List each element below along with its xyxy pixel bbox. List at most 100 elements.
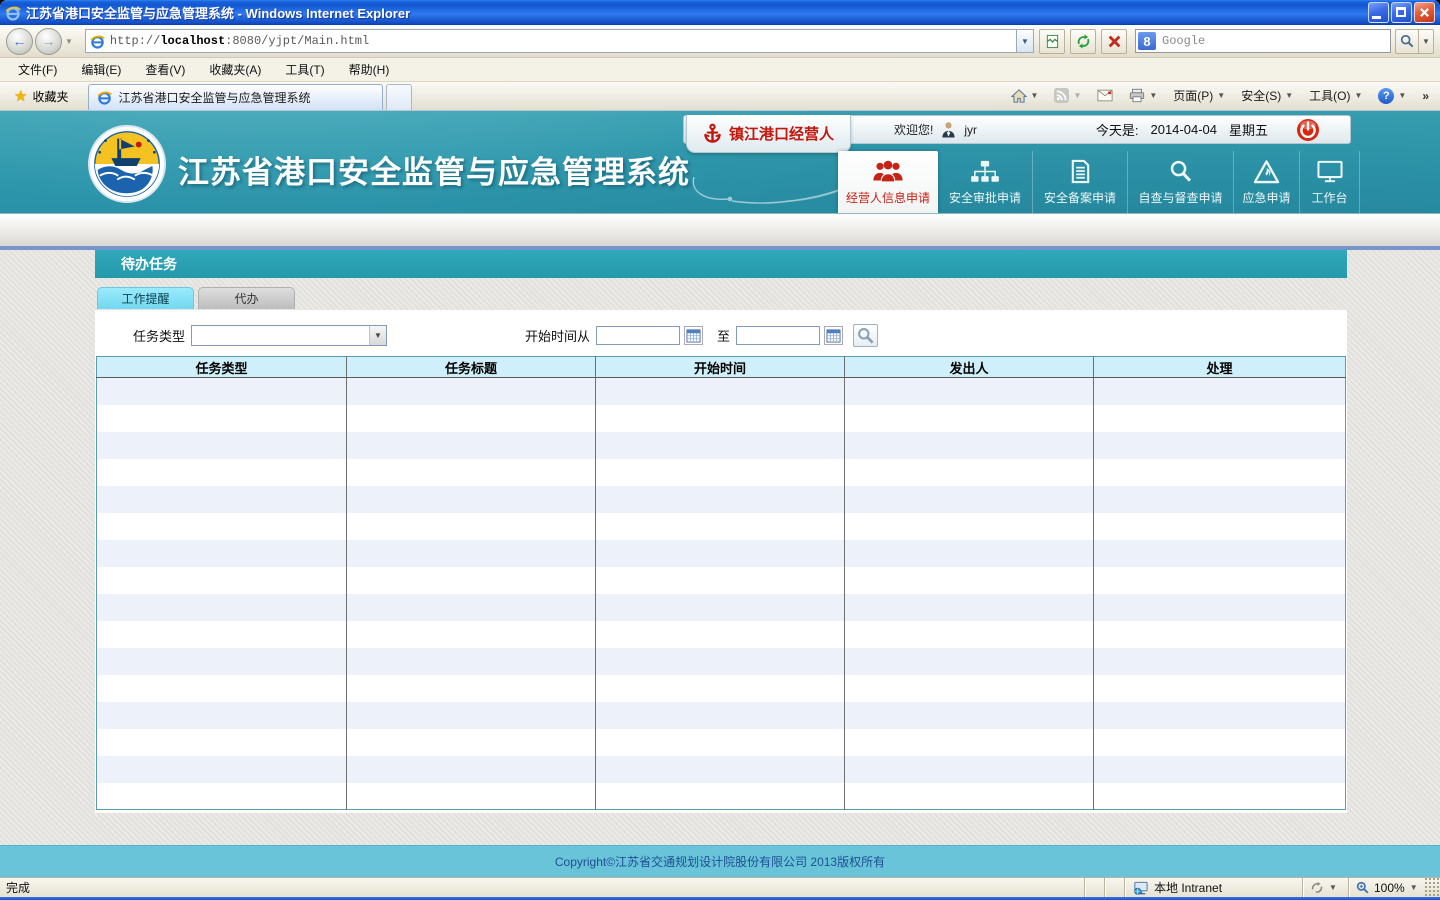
favorites-bar: ★ 收藏夹 江苏省港口安全监管与应急管理系统 ▼ ▼ ▼ (0, 82, 1440, 111)
task-type-select[interactable]: ▼ (191, 325, 387, 346)
safety-menu[interactable]: 安全(S)▼ (1234, 84, 1300, 108)
end-calendar-icon[interactable] (824, 326, 843, 345)
new-tab-button[interactable] (386, 84, 412, 110)
zoom-icon (1356, 881, 1369, 894)
menu-item[interactable]: 查看(V) (133, 58, 197, 81)
table-cell (596, 783, 845, 810)
search-box[interactable]: 8 Google (1135, 29, 1391, 53)
page-menu[interactable]: 页面(P)▼ (1166, 84, 1232, 108)
role-name: 镇江港口经营人 (729, 123, 834, 144)
welcome-label: 欢迎您! (894, 121, 933, 138)
search-options-icon[interactable]: ▼ (1419, 29, 1434, 54)
magnifier-icon (1168, 157, 1193, 184)
column-header: 处理 (1094, 357, 1346, 378)
table-cell (347, 756, 596, 783)
table-cell (1094, 378, 1346, 405)
start-date-input[interactable] (596, 326, 680, 345)
home-button[interactable]: ▼ (1004, 84, 1046, 108)
main-nav: 经营人信息申请安全审批申请安全备案申请自查与督查申请应急申请工作台 (838, 151, 1360, 213)
window-title: 江苏省港口安全监管与应急管理系统 - Windows Internet Expl… (26, 3, 410, 22)
compatibility-view-button[interactable] (1039, 29, 1065, 54)
nav-item-self-inspection[interactable]: 自查与督查申请 (1128, 151, 1234, 213)
protected-mode-button[interactable]: ▼ (1302, 878, 1348, 897)
table-cell (347, 459, 596, 486)
more-commands-icon[interactable]: » (1415, 84, 1436, 108)
table-cell (845, 540, 1094, 567)
zoom-control[interactable]: 100% ▼ (1348, 878, 1424, 897)
table-cell (845, 756, 1094, 783)
forward-button[interactable]: → (35, 28, 62, 55)
read-mail-button[interactable] (1090, 84, 1120, 108)
favorites-star-icon: ★ (14, 87, 27, 105)
feeds-button[interactable]: ▼ (1047, 84, 1088, 108)
close-button[interactable] (1414, 2, 1435, 23)
table-cell (347, 567, 596, 594)
page-footer: Copyright©江苏省交通规划设计院股份有限公司 2013版权所有 (0, 845, 1440, 877)
table-cell (596, 405, 845, 432)
search-go-button[interactable] (1395, 29, 1419, 54)
help-button[interactable]: ? ▼ (1371, 84, 1413, 108)
table-cell (347, 621, 596, 648)
table-cell (845, 621, 1094, 648)
refresh-button[interactable] (1070, 29, 1096, 54)
nav-item-safety-approval[interactable]: 安全审批申请 (938, 151, 1033, 213)
table-cell (596, 486, 845, 513)
back-button[interactable]: ← (6, 28, 33, 55)
browser-tab[interactable]: 江苏省港口安全监管与应急管理系统 (88, 84, 383, 110)
table-row (97, 432, 1346, 459)
table-cell (347, 540, 596, 567)
anchor-icon (703, 123, 722, 144)
table-cell (347, 702, 596, 729)
tools-menu[interactable]: 工具(O)▼ (1302, 84, 1369, 108)
table-cell (596, 621, 845, 648)
resize-grip[interactable] (1424, 878, 1440, 897)
table-cell (845, 702, 1094, 729)
panel-tab-work-reminder[interactable]: 工作提醒 (97, 287, 194, 309)
column-header: 发出人 (845, 357, 1094, 378)
table-row (97, 702, 1346, 729)
table-cell (1094, 675, 1346, 702)
zone-label: 本地 Intranet (1154, 879, 1222, 896)
table-cell (596, 594, 845, 621)
table-row (97, 756, 1346, 783)
address-field[interactable]: http://localhost:8080/yjpt/Main.html (85, 29, 1017, 53)
table-cell (347, 783, 596, 810)
monitor-icon (1316, 157, 1344, 184)
menu-item[interactable]: 收藏夹(A) (197, 58, 273, 81)
favorites-button[interactable]: ★ 收藏夹 (4, 84, 78, 108)
panel-tab-delegate[interactable]: 代办 (198, 287, 295, 309)
address-bar: ← → ▼ http://localhost:8080/yjpt/Main.ht… (0, 25, 1440, 58)
nav-item-label: 工作台 (1303, 189, 1355, 206)
end-date-input[interactable] (736, 326, 820, 345)
panel-title: 待办任务 (95, 250, 1347, 278)
table-row (97, 405, 1346, 432)
menu-item[interactable]: 工具(T) (273, 58, 336, 81)
query-button[interactable] (853, 324, 878, 347)
panel-tabs: 工作提醒代办 (97, 287, 295, 309)
sub-banner-strip (0, 213, 1440, 246)
minimize-button[interactable] (1368, 2, 1389, 23)
table-cell (97, 513, 347, 540)
print-button[interactable]: ▼ (1122, 84, 1164, 108)
nav-item-safety-record[interactable]: 安全备案申请 (1033, 151, 1128, 213)
table-cell (1094, 783, 1346, 810)
nav-item-emergency[interactable]: 应急申请 (1234, 151, 1300, 213)
restore-button[interactable] (1391, 2, 1412, 23)
history-dropdown-icon[interactable]: ▼ (65, 37, 73, 46)
main-content: 待办任务 工作提醒代办 任务类型 ▼ 开始时间从 至 (0, 250, 1440, 845)
nav-item-workbench[interactable]: 工作台 (1300, 151, 1360, 213)
table-row (97, 621, 1346, 648)
stop-button[interactable] (1101, 29, 1127, 54)
menu-item[interactable]: 帮助(H) (337, 58, 402, 81)
menu-item[interactable]: 编辑(E) (69, 58, 133, 81)
nav-item-label: 自查与督查申请 (1130, 189, 1230, 206)
table-cell (1094, 405, 1346, 432)
start-calendar-icon[interactable] (684, 326, 703, 345)
menu-item[interactable]: 文件(F) (6, 58, 69, 81)
today-label: 今天是: (1096, 120, 1139, 139)
task-table-body (97, 378, 1346, 810)
table-cell (97, 621, 347, 648)
logout-icon[interactable] (1296, 118, 1320, 142)
nav-item-operator-info[interactable]: 经营人信息申请 (838, 151, 938, 213)
address-dropdown-icon[interactable]: ▼ (1017, 29, 1034, 53)
